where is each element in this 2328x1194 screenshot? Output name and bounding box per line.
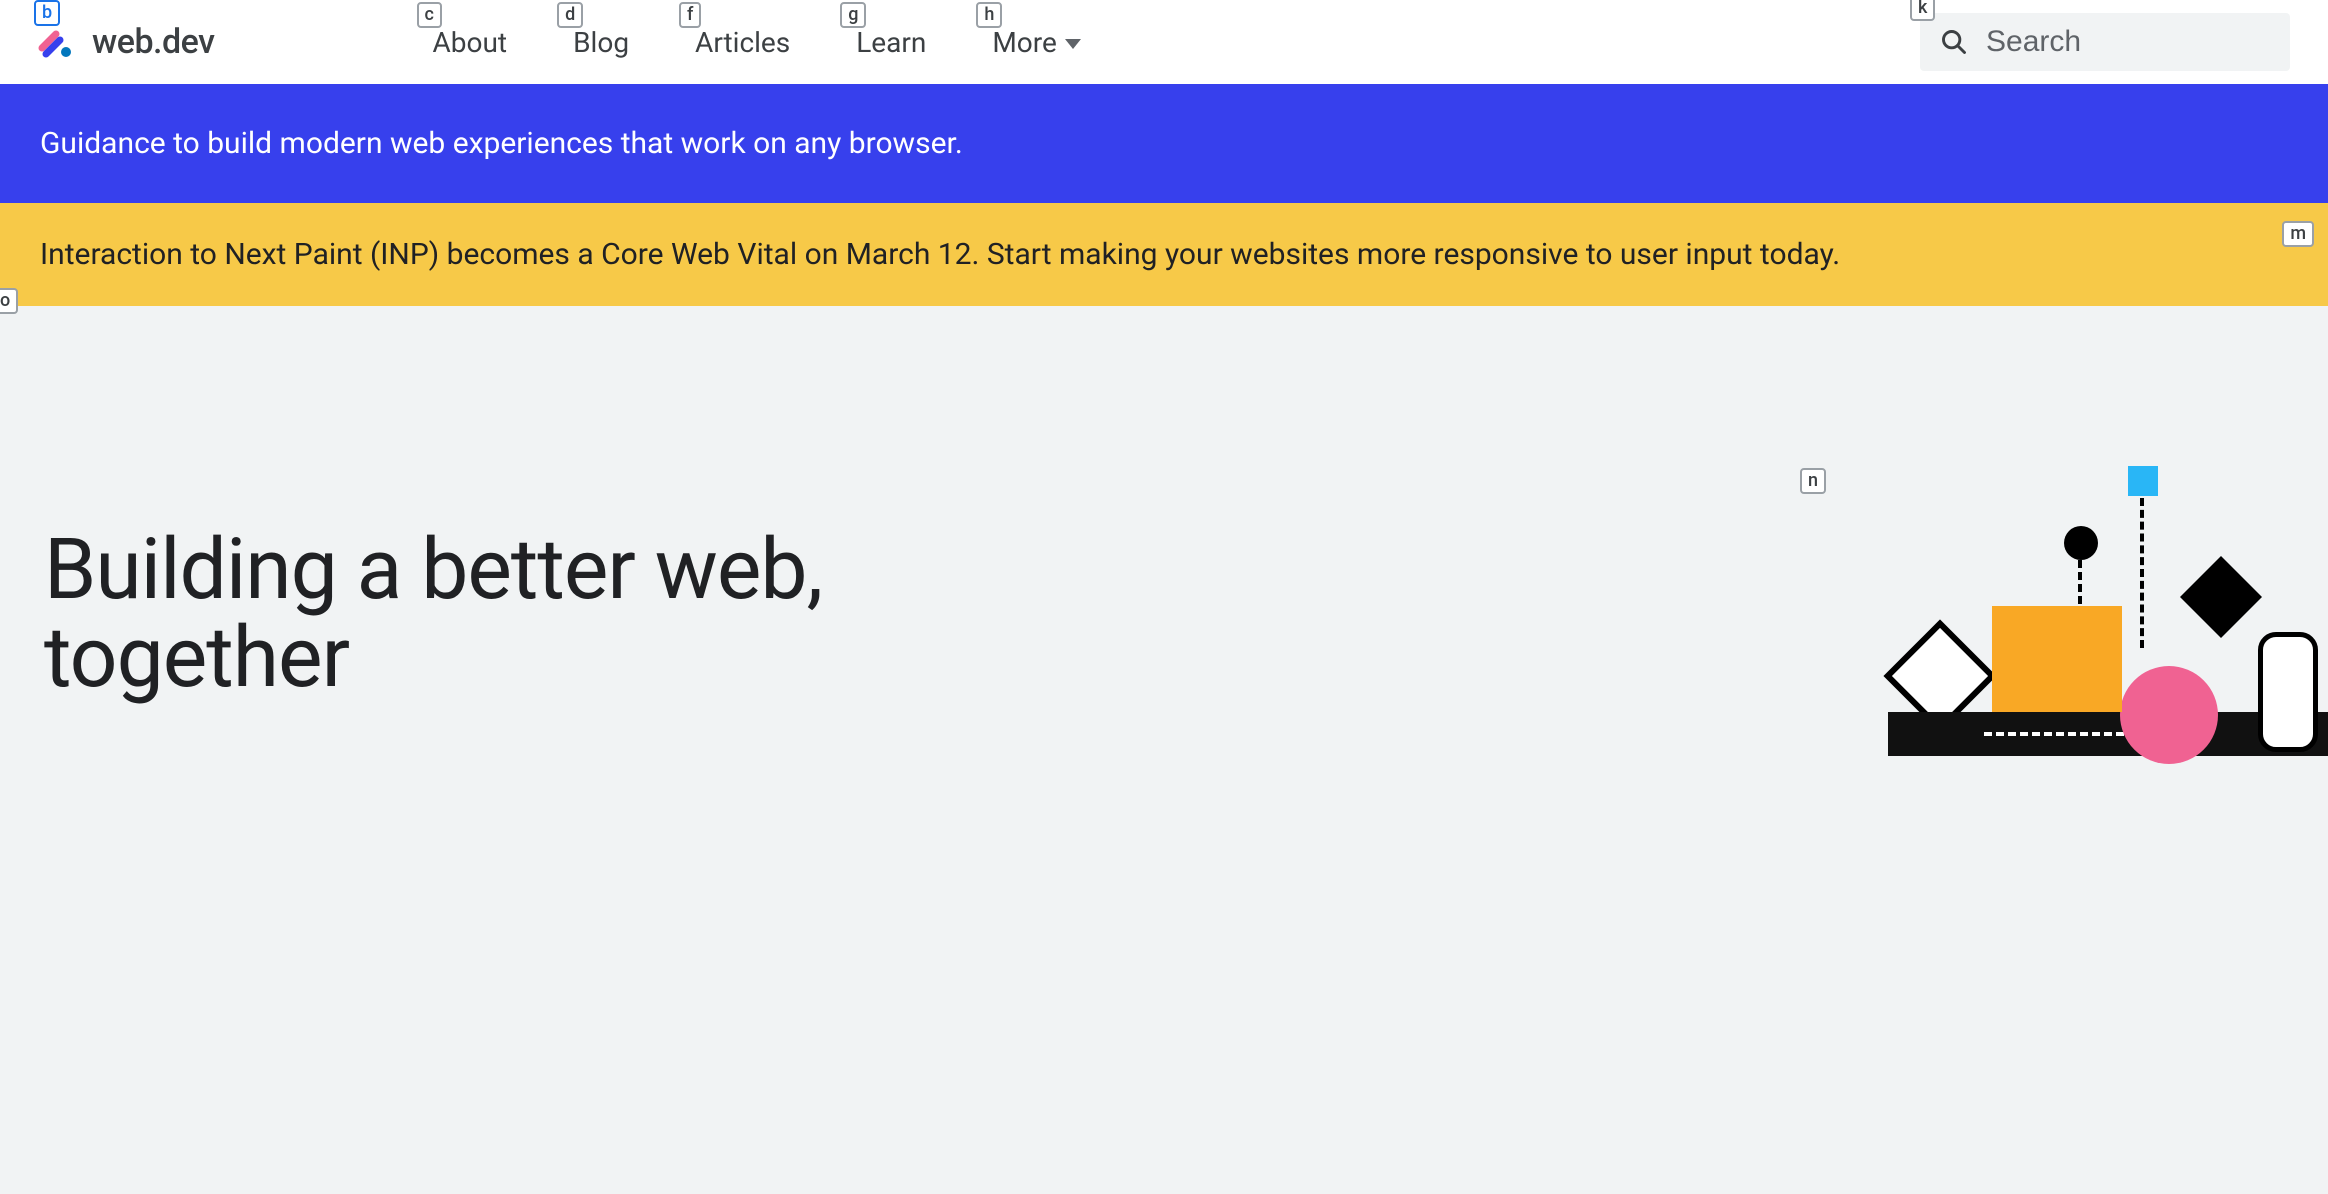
hero-text: o Building a better web, together — [0, 306, 1080, 786]
key-hint-more: h — [976, 2, 1002, 28]
search-box[interactable]: k — [1920, 13, 2290, 71]
nav-label: About — [433, 26, 508, 59]
nav-label: Articles — [695, 26, 790, 59]
nav-learn[interactable]: g Learn — [856, 26, 926, 59]
nav-blog[interactable]: d Blog — [573, 26, 629, 59]
nav-about[interactable]: c About — [433, 26, 508, 59]
key-hint-learn: g — [840, 2, 866, 28]
banner-tagline-text: Guidance to build modern web experiences… — [40, 126, 963, 161]
shape-square-orange — [1992, 606, 2122, 712]
shape-square-cyan — [2128, 466, 2158, 496]
logo[interactable]: b web.dev — [38, 22, 215, 62]
main-nav: c About d Blog f Articles g Learn h More — [433, 26, 1081, 59]
nav-label: More — [992, 26, 1057, 59]
key-hint-about: c — [417, 2, 442, 28]
nav-label: Blog — [573, 26, 629, 59]
key-hint-hero-title: o — [0, 288, 18, 314]
key-hint-articles: f — [679, 2, 701, 28]
banner-announcement[interactable]: Interaction to Next Paint (INP) becomes … — [0, 203, 2328, 306]
nav-articles[interactable]: f Articles — [695, 26, 790, 59]
hero-title: Building a better web, together — [44, 526, 1080, 702]
key-hint-announcement: m — [2282, 221, 2314, 247]
shape-dashed-line — [2140, 498, 2144, 648]
key-hint-search: k — [1910, 0, 1935, 21]
shape-dashed-line — [1984, 732, 2124, 736]
key-hint-hero-art: n — [1800, 468, 1826, 494]
site-name: web.dev — [92, 22, 215, 62]
hero-section: o Building a better web, together n — [0, 306, 2328, 786]
hero-illustration: n — [1808, 486, 2328, 786]
chevron-down-icon — [1065, 39, 1081, 49]
site-header: b web.dev c About d Blog f Articles g Le… — [0, 0, 2328, 84]
shape-circle-black — [2064, 526, 2098, 560]
search-icon — [1940, 28, 1968, 56]
search-input[interactable] — [1986, 25, 2270, 59]
nav-more[interactable]: h More — [992, 26, 1081, 59]
logo-icon — [38, 24, 74, 60]
shape-circle-pink — [2120, 666, 2218, 764]
banner-tagline: Guidance to build modern web experiences… — [0, 84, 2328, 203]
key-hint-blog: d — [557, 2, 583, 28]
shape-phone — [2258, 632, 2318, 752]
banner-announcement-text: Interaction to Next Paint (INP) becomes … — [40, 237, 1840, 272]
nav-label: Learn — [856, 26, 926, 59]
key-hint-logo: b — [34, 0, 60, 26]
shape-diamond-black — [2180, 556, 2262, 638]
